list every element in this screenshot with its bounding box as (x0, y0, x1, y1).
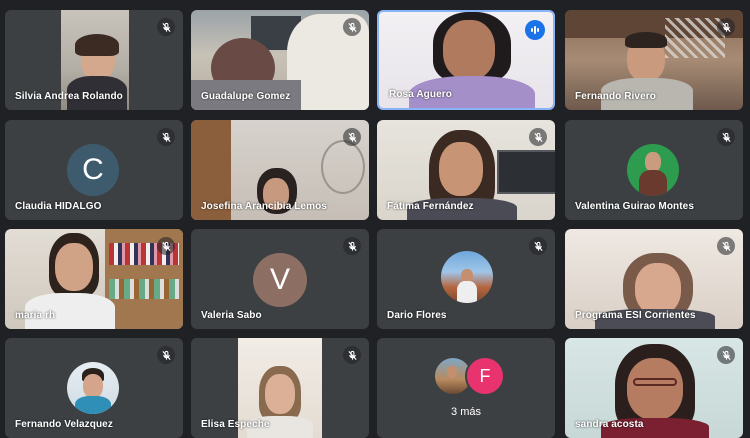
avatar (67, 362, 119, 414)
participant-tile[interactable]: C Claudia HIDALGO (5, 120, 183, 220)
participant-name: Elisa Espeche (201, 419, 270, 430)
participant-tile[interactable]: Fernando Velazquez (5, 338, 183, 438)
overflow-participants-tile[interactable]: F 3 más (377, 338, 555, 438)
muted-mic-icon (157, 237, 175, 255)
muted-mic-icon (717, 128, 735, 146)
participant-name: Claudia HIDALGO (15, 201, 102, 212)
participant-name: Dario Flores (387, 310, 447, 321)
participant-tile[interactable]: Dario Flores (377, 229, 555, 329)
participant-name: Valeria Sabo (201, 310, 262, 321)
muted-mic-icon (717, 346, 735, 364)
meeting-grid: Silvia Andrea Rolando Guadalupe Gomez Ro… (0, 0, 750, 438)
participant-name: Fátima Fernández (387, 201, 474, 212)
muted-mic-icon (529, 128, 547, 146)
participant-tile[interactable]: maria rh (5, 229, 183, 329)
participant-tile[interactable]: V Valeria Sabo (191, 229, 369, 329)
participant-tile[interactable]: Programa ESI Corrientes (565, 229, 743, 329)
participant-tile[interactable]: Silvia Andrea Rolando (5, 10, 183, 110)
participant-name: Guadalupe Gomez (201, 91, 291, 102)
participant-tile[interactable]: Elisa Espeche (191, 338, 369, 438)
speaking-indicator-icon (525, 20, 545, 40)
avatar: C (67, 144, 119, 196)
muted-mic-icon (343, 18, 361, 36)
participant-name: Valentina Guirao Montes (575, 201, 694, 212)
participant-name: Programa ESI Corrientes (575, 310, 696, 321)
muted-mic-icon (529, 237, 547, 255)
participant-name: Silvia Andrea Rolando (15, 91, 123, 102)
more-participants-label: 3 más (451, 406, 481, 418)
muted-mic-icon (717, 237, 735, 255)
muted-mic-icon (343, 128, 361, 146)
participant-tile[interactable]: Fernando Rivero (565, 10, 743, 110)
participant-name: Fernando Rivero (575, 91, 656, 102)
participant-name: Rosa Aguero (389, 89, 452, 100)
participant-name: Josefina Arancibia Lemos (201, 201, 327, 212)
muted-mic-icon (343, 237, 361, 255)
participant-tile[interactable]: Valentina Guirao Montes (565, 120, 743, 220)
muted-mic-icon (157, 346, 175, 364)
participant-tile[interactable]: Fátima Fernández (377, 120, 555, 220)
muted-mic-icon (343, 346, 361, 364)
participant-tile-active-speaker[interactable]: Rosa Aguero (377, 10, 555, 110)
avatar (627, 144, 679, 196)
participant-name: Fernando Velazquez (15, 419, 113, 430)
participant-name: sandra acosta (575, 419, 644, 430)
muted-mic-icon (157, 18, 175, 36)
participant-tile[interactable]: sandra acosta (565, 338, 743, 438)
avatar: F (465, 356, 505, 396)
avatar: V (253, 253, 307, 307)
participant-tile[interactable]: Josefina Arancibia Lemos (191, 120, 369, 220)
avatar (441, 251, 493, 303)
participant-tile[interactable]: Guadalupe Gomez (191, 10, 369, 110)
participant-name: maria rh (15, 310, 56, 321)
muted-mic-icon (717, 18, 735, 36)
muted-mic-icon (157, 128, 175, 146)
